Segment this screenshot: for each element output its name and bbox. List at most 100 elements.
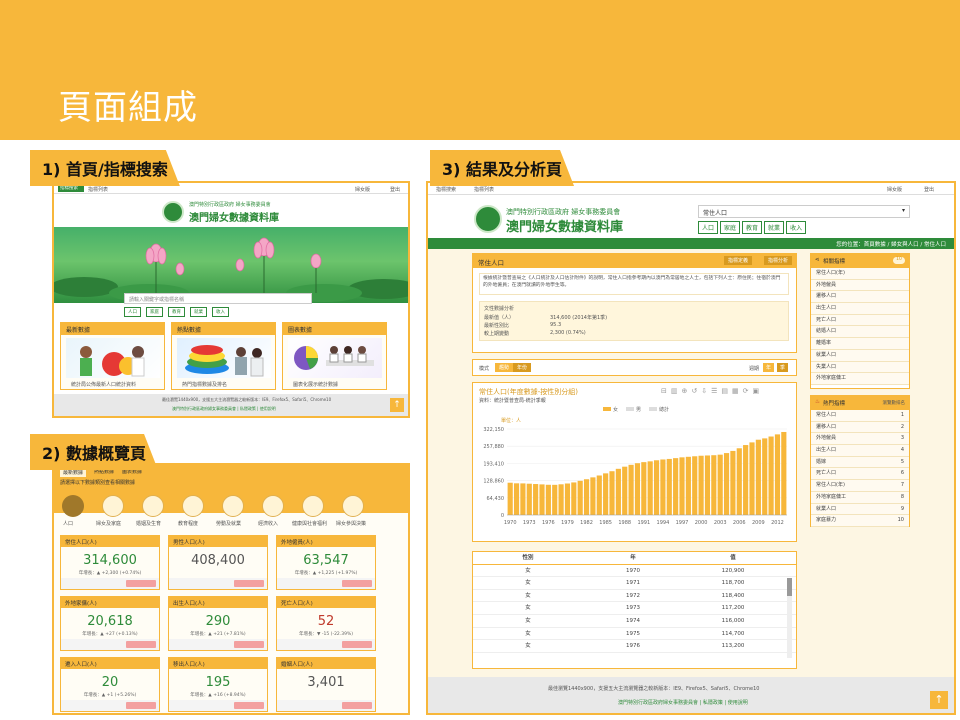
chart-panel: 常住人口(年度數據-按性別分組) 資料：統計暨普查局-統計季報 ⊟ ▥ ⊕ ↺ … bbox=[472, 382, 797, 542]
related-item[interactable]: 出生人口 bbox=[811, 303, 909, 315]
home-footer-links[interactable]: 澳門特別行政區政府婦女事務委員會 | 私隱政策 | 使用說明 bbox=[172, 406, 276, 412]
result-exit-link[interactable]: 登出 bbox=[924, 186, 934, 193]
home-card-chart[interactable]: 圖表數據 圖表化展示統計數據 bbox=[282, 322, 387, 390]
kpi-detail-button-9[interactable] bbox=[342, 702, 372, 709]
home-search-input[interactable]: 請輸入關鍵字或指標名稱 bbox=[124, 293, 312, 304]
hot-item[interactable]: 遷移人口 2 bbox=[811, 421, 909, 434]
chart-tool-data-icon[interactable]: ☰ bbox=[711, 387, 717, 395]
home-tag-4[interactable]: 就業 bbox=[190, 307, 207, 317]
analysis-button[interactable]: 指標分析 bbox=[763, 256, 792, 265]
kpi-card-7[interactable]: 遷入人口(人) 20 年增長：▲ +1 (+5.26%) bbox=[60, 657, 160, 712]
kpi-card-3[interactable]: 外地僱員(人) 63,547 年增長：▲ +1,225 (+1.97%) bbox=[276, 535, 376, 590]
related-item[interactable]: 失業人口 bbox=[811, 361, 909, 374]
result-nav-search[interactable]: 指標搜索 bbox=[436, 186, 456, 193]
kpi-detail-button-4[interactable] bbox=[126, 641, 156, 648]
home-tag-5[interactable]: 收入 bbox=[212, 307, 229, 317]
result-nav-list[interactable]: 指標列表 bbox=[474, 186, 494, 193]
related-item[interactable]: 結婚人口 bbox=[811, 326, 909, 339]
chart-tool-table-icon[interactable]: ▦ bbox=[732, 387, 739, 395]
back-to-top-icon[interactable]: ↑ bbox=[930, 691, 948, 709]
mode-year-button[interactable]: 年份 bbox=[513, 363, 532, 372]
legend-item-female[interactable]: 女 bbox=[603, 406, 618, 413]
period-quarter-button[interactable]: 季 bbox=[777, 363, 789, 372]
hot-item[interactable]: 就業人口 9 bbox=[811, 503, 909, 516]
home-card-latest[interactable]: 最新數據 統計局公佈最新人口統計資料 bbox=[60, 322, 165, 390]
kpi-value-6: 52 bbox=[317, 614, 335, 629]
mode-trend-button[interactable]: 趨勢 bbox=[495, 363, 514, 372]
result-tag-5[interactable]: 收入 bbox=[786, 221, 807, 234]
chart-tool-line-icon[interactable]: ⊟ bbox=[661, 387, 667, 395]
period-year-button[interactable]: 年 bbox=[763, 363, 775, 372]
chart-tool-save-icon[interactable]: ⇩ bbox=[701, 387, 707, 395]
result-footer-links[interactable]: 澳門特別行政區政府婦女事務委員會 | 私隱政策 | 使用說明 bbox=[618, 699, 748, 706]
related-item[interactable]: 遷移人口 bbox=[811, 291, 909, 304]
home-card-hot[interactable]: 熱點數據 熱門指標數據及排名 bbox=[171, 322, 276, 390]
kpi-detail-button-2[interactable] bbox=[234, 580, 264, 587]
related-item[interactable]: 死亡人口 bbox=[811, 314, 909, 327]
table-header-gender[interactable]: 性別 bbox=[473, 552, 583, 564]
kpi-detail-button-3[interactable] bbox=[342, 580, 372, 587]
home-tag-2[interactable]: 家庭 bbox=[146, 307, 163, 317]
related-item[interactable]: 外地僱員 bbox=[811, 279, 909, 292]
category-health-icon[interactable] bbox=[302, 495, 324, 517]
kpi-card-2[interactable]: 男性人口(人) 408,400 bbox=[168, 535, 268, 590]
hot-item[interactable]: 死亡人口 6 bbox=[811, 468, 909, 481]
kpi-card-4[interactable]: 外地家傭(人) 20,618 年增長：▲ +27 (+0.13%) bbox=[60, 596, 160, 651]
y-tick-label: 0 bbox=[501, 513, 504, 519]
legend-item-total[interactable]: 總計 bbox=[649, 406, 669, 413]
chart-tool-restore-icon[interactable]: ↺ bbox=[691, 387, 697, 395]
result-tag-1[interactable]: 人口 bbox=[698, 221, 719, 234]
legend-item-male[interactable]: 男 bbox=[626, 406, 641, 413]
category-employment-icon[interactable] bbox=[222, 495, 244, 517]
category-education-icon[interactable] bbox=[182, 495, 204, 517]
back-to-top-icon[interactable]: ↑ bbox=[390, 398, 404, 412]
home-tag-1[interactable]: 人口 bbox=[124, 307, 141, 317]
related-item[interactable]: 就業人口 bbox=[811, 349, 909, 362]
related-item[interactable]: 常住人口(年) bbox=[811, 268, 909, 280]
result-tag-4[interactable]: 就業 bbox=[764, 221, 785, 234]
hot-item[interactable]: 出生人口 4 bbox=[811, 445, 909, 457]
kpi-card-9[interactable]: 婚姻人口(人) 3,401 bbox=[276, 657, 376, 712]
result-tag-2[interactable]: 家庭 bbox=[720, 221, 741, 234]
home-mobile-link[interactable]: 婦女版 bbox=[355, 186, 370, 193]
hot-item[interactable]: 外地僱員 3 bbox=[811, 433, 909, 446]
related-item[interactable]: 外地家庭傭工 bbox=[811, 373, 909, 385]
hot-item[interactable]: 外地家庭傭工 8 bbox=[811, 491, 909, 504]
chart-tool-download-icon[interactable]: ▣ bbox=[753, 387, 760, 395]
category-income-icon[interactable] bbox=[262, 495, 284, 517]
kpi-detail-button-6[interactable] bbox=[342, 641, 372, 648]
result-mobile-link[interactable]: 婦女版 bbox=[887, 186, 902, 193]
chart-tool-bar-icon[interactable]: ▥ bbox=[671, 387, 678, 395]
result-search-select[interactable]: 常住人口 ▾ bbox=[698, 205, 910, 218]
home-nav-list[interactable]: 指標列表 bbox=[88, 186, 108, 193]
home-exit-link[interactable]: 登出 bbox=[390, 186, 400, 193]
category-decision-icon[interactable] bbox=[342, 495, 364, 517]
result-footer-browser: 最佳瀏覽1440x900，支援五大主流瀏覽器之較新版本：IE9、Firefox5… bbox=[548, 686, 760, 692]
hot-item[interactable]: 常住人口(年) 7 bbox=[811, 480, 909, 492]
hot-item[interactable]: 家庭暴力 10 bbox=[811, 515, 909, 527]
breadcrumb[interactable]: 您的位置：首頁數據 / 婦女與人口 / 常住人口 bbox=[836, 240, 946, 248]
hot-item[interactable]: 婚嫁 5 bbox=[811, 456, 909, 469]
table-scrollbar[interactable] bbox=[787, 578, 792, 658]
kpi-detail-button-7[interactable] bbox=[126, 702, 156, 709]
definition-button[interactable]: 指標定義 bbox=[723, 256, 752, 265]
category-population-icon[interactable] bbox=[62, 495, 84, 517]
chart-tool-refresh-icon[interactable]: ⟳ bbox=[743, 387, 749, 395]
hot-item[interactable]: 常住人口 1 bbox=[811, 410, 909, 422]
kpi-card-5[interactable]: 出生人口(人) 290 年增長：▲ +21 (+7.81%) bbox=[168, 596, 268, 651]
home-tag-3[interactable]: 教育 bbox=[168, 307, 185, 317]
category-marriage-icon[interactable] bbox=[142, 495, 164, 517]
result-tag-3[interactable]: 教育 bbox=[742, 221, 763, 234]
kpi-detail-button-1[interactable] bbox=[126, 580, 156, 587]
table-header-value[interactable]: 值 bbox=[683, 552, 783, 564]
kpi-detail-button-8[interactable] bbox=[234, 702, 264, 709]
kpi-card-6[interactable]: 死亡人口(人) 52 年增長：▼ -15 (-22.39%) bbox=[276, 596, 376, 651]
category-family-icon[interactable] bbox=[102, 495, 124, 517]
related-item[interactable]: 離婚率 bbox=[811, 338, 909, 350]
kpi-card-8[interactable]: 移出人口(人) 195 年增長：▲ +16 (+8.94%) bbox=[168, 657, 268, 712]
chart-tool-stack-icon[interactable]: ▤ bbox=[721, 387, 728, 395]
chart-tool-zoom-icon[interactable]: ⊕ bbox=[682, 387, 688, 395]
table-header-year[interactable]: 年 bbox=[583, 552, 683, 564]
kpi-detail-button-5[interactable] bbox=[234, 641, 264, 648]
kpi-card-1[interactable]: 常住人口(人) 314,600 年增長：▲ +2,300 (+0.74%) bbox=[60, 535, 160, 590]
